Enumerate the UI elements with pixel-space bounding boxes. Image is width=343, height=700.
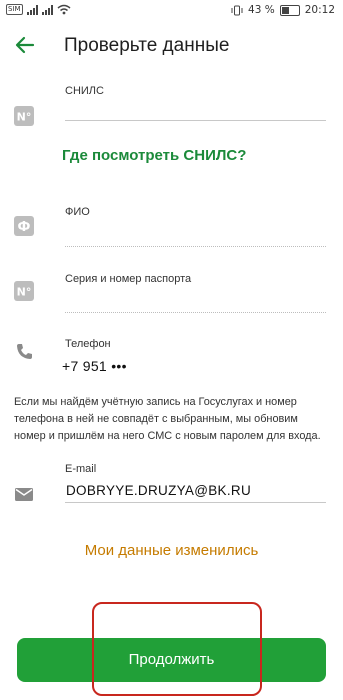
- notice-text: Если мы найдём учётную запись на Госуслу…: [14, 396, 321, 442]
- sim-icon: SIM: [6, 4, 23, 15]
- status-bar: SIM 43 % 20:12: [0, 0, 343, 22]
- email-input-underline: [65, 502, 326, 503]
- signal-icon: [26, 4, 38, 15]
- phone-label: Телефон: [65, 338, 111, 350]
- wifi-icon: [57, 4, 71, 15]
- svg-text:N°: N°: [17, 111, 32, 124]
- number-sign-icon: N°: [14, 281, 34, 301]
- signal-2-icon: [41, 4, 53, 15]
- fio-icon: Ф: [14, 216, 34, 236]
- snils-label: СНИЛС: [65, 85, 104, 97]
- fio-input-underline: [65, 246, 326, 247]
- header: Проверьте данные: [0, 22, 343, 68]
- svg-text:N°: N°: [17, 286, 32, 299]
- arrow-left-icon[interactable]: [14, 34, 36, 56]
- data-changed-link[interactable]: Мои данные изменились: [0, 542, 343, 559]
- phone-icon: [17, 344, 32, 359]
- page-title: Проверьте данные: [64, 35, 230, 56]
- phone-value: +7 951 •••: [62, 358, 127, 374]
- mail-icon: [15, 488, 33, 501]
- fio-label: ФИО: [65, 206, 90, 218]
- clock: 20:12: [304, 4, 335, 16]
- battery-percent: 43 %: [248, 4, 275, 16]
- passport-input-underline: [65, 312, 326, 313]
- email-label: E-mail: [65, 463, 97, 475]
- passport-label: Серия и номер паспорта: [65, 273, 192, 285]
- highlight-frame: [92, 602, 262, 696]
- svg-text:Ф: Ф: [18, 220, 31, 235]
- battery-icon: [279, 4, 300, 16]
- status-right: 43 % 20:12: [231, 4, 335, 16]
- where-snils-link[interactable]: Где посмотреть СНИЛС?: [62, 147, 246, 164]
- status-left: SIM: [6, 4, 71, 15]
- number-sign-icon: N°: [14, 106, 34, 126]
- vibrate-icon: [231, 5, 243, 15]
- snils-input-underline: [65, 120, 326, 121]
- email-value: DOBRYYE.DRUZYA@BK.RU: [66, 483, 251, 498]
